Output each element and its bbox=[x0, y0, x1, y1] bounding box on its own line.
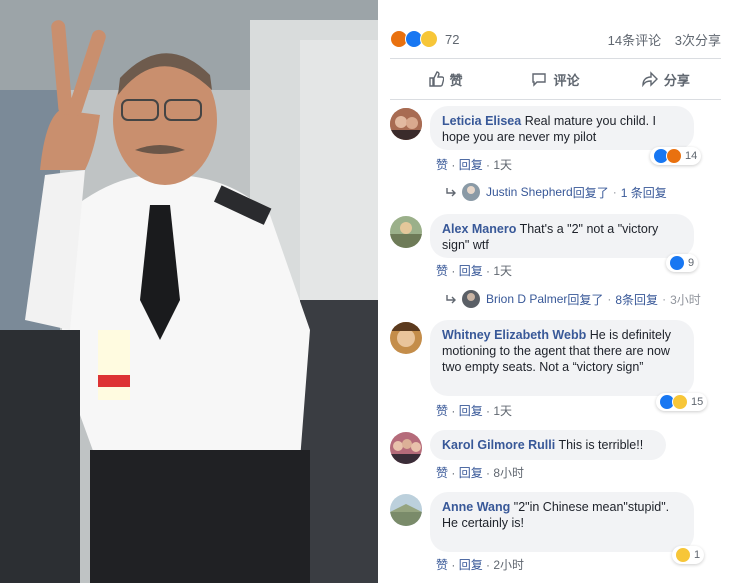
comment-time[interactable]: 2小时 bbox=[493, 558, 524, 572]
comment-meta: 赞 · 回复 · 2小时 bbox=[436, 558, 525, 572]
wow-reaction-icon bbox=[420, 30, 438, 48]
reaction-count[interactable]: 72 bbox=[445, 32, 459, 47]
comment-bubble: Alex Manero That's a "2" not a "victory … bbox=[430, 214, 694, 258]
reply-action: 回复了 bbox=[567, 292, 604, 307]
reply-action: 回复了 bbox=[572, 185, 609, 200]
comment-reply-link[interactable]: 回复 bbox=[459, 466, 483, 480]
reaction-count: 9 bbox=[688, 257, 695, 269]
reply-avatar bbox=[462, 183, 480, 201]
share-button[interactable]: 分享 bbox=[611, 59, 721, 99]
reply-author: Justin Shepherd bbox=[486, 185, 573, 199]
avatar[interactable] bbox=[390, 108, 422, 140]
reply-arrow-icon bbox=[446, 188, 456, 197]
comment-like-link[interactable]: 赞 bbox=[436, 466, 448, 480]
reply-count: 1 条回复 bbox=[620, 185, 667, 200]
reply-author: Brion D Palmer bbox=[486, 292, 568, 306]
comment-reactions[interactable]: 1 bbox=[672, 546, 705, 564]
comment-time[interactable]: 8小时 bbox=[493, 466, 524, 480]
comment-bubble: Leticia Elisea Real mature you child. I … bbox=[430, 106, 694, 150]
comment-time[interactable]: 1天 bbox=[493, 404, 512, 418]
comment-like-link[interactable]: 赞 bbox=[436, 158, 448, 172]
comment-bubble: Karol Gilmore Rulli This is terrible!! bbox=[430, 430, 666, 460]
avatar[interactable] bbox=[390, 322, 422, 354]
reply-arrow-icon bbox=[446, 295, 456, 304]
comment-reply-link[interactable]: 回复 bbox=[459, 558, 483, 572]
shares-count[interactable]: 3次分享 bbox=[675, 33, 721, 48]
comment-like-link[interactable]: 赞 bbox=[436, 558, 448, 572]
like-button[interactable]: 赞 bbox=[390, 59, 500, 99]
comment-author[interactable]: Leticia Elisea bbox=[442, 114, 521, 128]
avatar-image bbox=[390, 322, 422, 354]
comment-reactions[interactable]: 14 bbox=[650, 147, 702, 165]
angry-reaction-icon bbox=[666, 148, 682, 164]
comment-meta: 赞 · 回复 · 1天 bbox=[436, 404, 513, 418]
comment-author[interactable]: Alex Manero bbox=[442, 222, 516, 236]
comment-text: This is terrible!! bbox=[558, 438, 644, 452]
avatar-image bbox=[390, 432, 422, 464]
reply-count: 8条回复 bbox=[615, 292, 659, 307]
comment-meta: 赞 · 回复 · 1天 bbox=[436, 158, 513, 172]
share-button-label: 分享 bbox=[663, 72, 690, 88]
comment-like-link[interactable]: 赞 bbox=[436, 264, 448, 278]
comment-like-link[interactable]: 赞 bbox=[436, 404, 448, 418]
comment-reactions[interactable]: 9 bbox=[666, 254, 699, 272]
comment-meta: 赞 · 回复 · 8小时 bbox=[436, 466, 525, 480]
reaction-count: 15 bbox=[691, 396, 704, 408]
avatar-image bbox=[390, 494, 422, 526]
comment-time[interactable]: 1天 bbox=[493, 264, 512, 278]
comment-reactions[interactable]: 15 bbox=[656, 393, 708, 411]
comment-reply-link[interactable]: 回复 bbox=[459, 404, 483, 418]
like-button-label: 赞 bbox=[449, 72, 463, 88]
avatar[interactable] bbox=[390, 494, 422, 526]
comment-bubble: Whitney Elizabeth Webb He is definitely … bbox=[430, 320, 694, 396]
comment-author[interactable]: Anne Wang bbox=[442, 500, 510, 514]
like-reaction-icon bbox=[669, 255, 685, 271]
pilot-photo-image bbox=[0, 0, 378, 583]
thumbs-up-icon bbox=[428, 71, 444, 87]
avatar-image bbox=[390, 216, 422, 248]
post-action-bar: 赞 评论 分享 bbox=[390, 58, 721, 100]
haha-reaction-icon bbox=[672, 394, 688, 410]
haha-reaction-icon bbox=[675, 547, 691, 563]
avatar[interactable] bbox=[390, 432, 422, 464]
reply-summary[interactable]: Justin Shepherd 回复了 · 1 条回复 bbox=[446, 183, 667, 201]
comment-time[interactable]: 1天 bbox=[493, 158, 512, 172]
comment-button[interactable]: 评论 bbox=[500, 59, 610, 99]
comment-meta: 赞 · 回复 · 1天 bbox=[436, 264, 513, 278]
post-panel: 72 14条评论 3次分享 赞 评论 分享 Leticia Elisea Rea… bbox=[378, 0, 733, 583]
comment-button-label: 评论 bbox=[553, 72, 580, 88]
reply-summary[interactable]: Brion D Palmer 回复了 · 8条回复 · 3小时 bbox=[446, 290, 701, 308]
comments-count[interactable]: 14条评论 bbox=[608, 33, 661, 48]
reaction-summary[interactable]: 72 14条评论 3次分享 bbox=[390, 28, 721, 50]
post-photo[interactable] bbox=[0, 0, 378, 583]
reaction-count: 1 bbox=[694, 549, 701, 561]
comment-author[interactable]: Whitney Elizabeth Webb bbox=[442, 328, 586, 342]
post-stats: 14条评论 3次分享 bbox=[598, 30, 721, 49]
share-icon bbox=[642, 71, 658, 87]
reply-time[interactable]: 3小时 bbox=[670, 291, 701, 308]
reply-avatar bbox=[462, 290, 480, 308]
comment-reply-link[interactable]: 回复 bbox=[459, 158, 483, 172]
comment-author[interactable]: Karol Gilmore Rulli bbox=[442, 438, 555, 452]
avatar-image bbox=[390, 108, 422, 140]
reaction-count: 14 bbox=[685, 150, 698, 162]
comment-reply-link[interactable]: 回复 bbox=[459, 264, 483, 278]
avatar[interactable] bbox=[390, 216, 422, 248]
comment-bubble: Anne Wang "2"in Chinese mean"stupid". He… bbox=[430, 492, 694, 552]
comment-icon bbox=[532, 73, 547, 87]
